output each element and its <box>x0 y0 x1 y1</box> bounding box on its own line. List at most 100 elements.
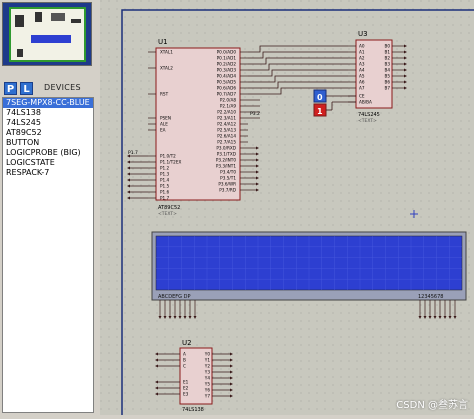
u2-pin-label: Y2 <box>204 364 211 369</box>
u1-pin-label: P1.0/T2 <box>160 154 176 159</box>
u2-pin-label: Y1 <box>204 358 211 363</box>
u1-microcontroller[interactable]: U1 AT89C52 <TEXT> XTAL1 XTAL2 RST PSENALEEA… <box>148 38 248 217</box>
u1-pin-label: EA <box>160 128 166 133</box>
u3-pin-label: A6 <box>359 80 365 85</box>
u1-pin-label: P2.7/A15 <box>217 140 236 145</box>
u1-pin-label: P3.0/RXD <box>216 146 236 151</box>
u1-pin-label: P1.7 <box>160 196 170 201</box>
watermark: CSDN @叁苏言 <box>396 400 468 411</box>
u1-pin-label: P0.0/AD0 <box>217 50 237 55</box>
u1-part: AT89C52 <box>158 205 180 211</box>
u1-pin-label: P3.1/TXD <box>217 152 236 157</box>
device-list-item[interactable]: 74LS138 <box>3 108 93 118</box>
u1-pin-label: P1.6 <box>160 190 170 195</box>
schematic-canvas[interactable]: U1 AT89C52 <TEXT> XTAL1 XTAL2 RST PSEN ALE EA… <box>100 0 474 419</box>
device-list-item[interactable]: 7SEG-MPX8-CC-BLUE <box>3 98 93 108</box>
u1-pin-label: P3.6/WR <box>218 182 236 187</box>
u2-pin-label: Y0 <box>204 352 211 357</box>
u3-pin-label: B3 <box>384 62 390 67</box>
u2-pin-label: B <box>183 358 186 363</box>
u3-pin-label: CE <box>359 94 365 99</box>
u3-part: 74LS245 <box>358 112 380 118</box>
u3-pin-label: A5 <box>359 74 365 79</box>
u3-pin-label: B7 <box>384 86 390 91</box>
library-button[interactable]: L <box>20 82 33 95</box>
u3-pin-label: A4 <box>359 68 365 73</box>
u2-pin-label: E1 <box>183 380 189 385</box>
u1-text-tag: <TEXT> <box>158 211 177 217</box>
pick-devices-button[interactable]: P <box>4 82 17 95</box>
u1-pin-label: P2.3/A11 <box>217 116 236 121</box>
u1-pin-label: XTAL1 <box>160 50 173 55</box>
u1-pin-label: P0.4/AD4 <box>217 74 237 79</box>
u2-pin-label: E3 <box>183 392 189 397</box>
u1-pin-label: P2.1/A9 <box>220 104 236 109</box>
u1-pin-label: P1.5 <box>160 184 170 189</box>
u3-pin-label: B2 <box>384 56 390 61</box>
schematic-drawing[interactable]: U1 AT89C52 <TEXT> XTAL1 XTAL2 RST PSENALEEA… <box>100 0 474 419</box>
overview-chip-mark <box>51 13 65 21</box>
u1-pin-label: P0.3/AD3 <box>217 68 237 73</box>
u1-pin-label: P0.2/AD2 <box>217 62 237 67</box>
u1-pin-label: XTAL2 <box>160 66 173 71</box>
u2-pin-label: Y3 <box>204 370 211 375</box>
u3-pin-label: A0 <box>359 44 365 49</box>
u1-pin-label: P1.2 <box>160 166 170 171</box>
u2-part: 74LS138 <box>182 407 204 413</box>
overview-u2-mark <box>17 49 23 57</box>
device-list[interactable]: 7SEG-MPX8-CC-BLUE 74LS138 74LS245 AT89C52 BU… <box>2 97 94 413</box>
left-panel: P L DEVICES 7SEG-MPX8-CC-BLUE 74LS138 74LS… <box>0 0 96 415</box>
u2-pin-label: Y6 <box>204 388 211 393</box>
u2-pin-label: Y4 <box>204 376 211 381</box>
u1-pin-label: P2.2/A10 <box>217 110 236 115</box>
overview-chip-mark-2 <box>71 19 81 23</box>
u3-pin-label: B1 <box>384 50 390 55</box>
u1-pin-label: P2.0/A8 <box>220 98 236 103</box>
device-list-item[interactable]: BUTTON <box>3 138 93 148</box>
p3-net-label: P3.2 <box>250 111 260 117</box>
u3-ref: U3 <box>358 30 368 38</box>
u1-pin-label: P0.1/AD1 <box>217 56 237 61</box>
overview-window[interactable] <box>2 2 92 66</box>
u2-pin-label: A <box>183 352 186 357</box>
u3-text-tag: <TEXT> <box>358 118 377 124</box>
u1-pin-label: PSEN <box>160 116 171 121</box>
u1-pin-label: RST <box>160 92 169 97</box>
logicstate-1-value: 1 <box>317 107 323 116</box>
display-segment-label: ABCDEFG DP <box>158 294 190 300</box>
u3-pin-label: A7 <box>359 86 365 91</box>
u2-pin-label: Y7 <box>204 394 211 399</box>
device-list-item[interactable]: 74LS245 <box>3 118 93 128</box>
u1-pin-label: P3.3/INT1 <box>216 164 237 169</box>
u3-pin-label: B0 <box>384 44 390 49</box>
overview-display-mark <box>31 35 71 43</box>
logicstate-0-value: 0 <box>317 93 323 102</box>
u1-pin-label: P3.4/T0 <box>220 170 236 175</box>
u3-pin-label: A2 <box>359 56 365 61</box>
device-list-item[interactable]: LOGICSTATE <box>3 158 93 168</box>
device-list-item[interactable]: RESPACK-7 <box>3 168 93 178</box>
u1-pin-label: P1.3 <box>160 172 170 177</box>
u1-ref: U1 <box>158 38 168 46</box>
u3-pin-label: B4 <box>384 68 390 73</box>
u3-pin-label: B5 <box>384 74 390 79</box>
u2-pin-label: E2 <box>183 386 189 391</box>
overview-viewport[interactable] <box>9 7 86 62</box>
u1-pin-label: P0.6/AD6 <box>217 86 237 91</box>
u2-pin-label: C <box>183 364 186 369</box>
u1-pin-label: P0.5/AD5 <box>217 80 237 85</box>
u1-pin-label: P1.1/T2EX <box>160 160 181 165</box>
device-list-item[interactable]: LOGICPROBE (BIG) <box>3 148 93 158</box>
u1-pin-label: P0.7/AD7 <box>217 92 237 97</box>
u1-pin-label: P1.4 <box>160 178 170 183</box>
overview-u1-mark <box>15 15 24 27</box>
u1-pin-label: ALE <box>160 122 168 127</box>
u2-pin-label: Y5 <box>204 382 211 387</box>
u3-pin-label: AB/BA <box>359 100 372 105</box>
u1-pin-label: P2.4/A12 <box>217 122 236 127</box>
overview-u3-mark <box>35 12 42 22</box>
u2-ref: U2 <box>182 339 192 347</box>
u3-pin-label: A1 <box>359 50 365 55</box>
u1-pin-label: P2.6/A14 <box>217 134 236 139</box>
device-list-item[interactable]: AT89C52 <box>3 128 93 138</box>
